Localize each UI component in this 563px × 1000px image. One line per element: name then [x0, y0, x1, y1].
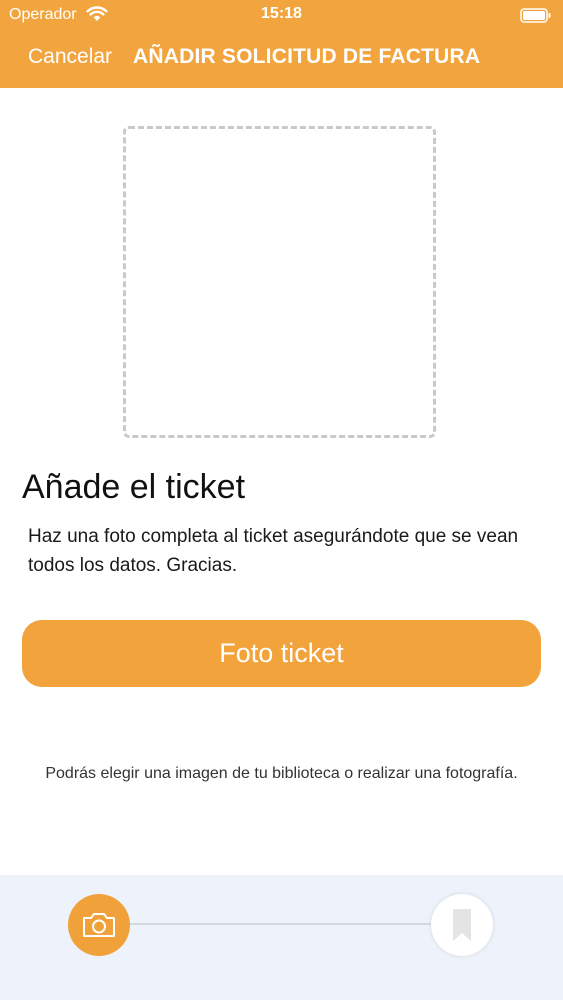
status-time: 15:18 — [261, 5, 302, 22]
bookmark-icon — [453, 909, 471, 941]
hint-text: Podrás elegir una imagen de tu bibliotec… — [45, 765, 518, 782]
status-bar: Operador 15:18 — [0, 0, 563, 30]
navigation-bar: Cancelar AÑADIR SOLICITUD DE FACTURA — [0, 30, 563, 88]
cancel-button[interactable]: Cancelar — [28, 45, 112, 69]
photo-ticket-button[interactable]: Foto ticket — [22, 620, 541, 687]
section-title: Añade el ticket — [22, 468, 246, 506]
page-title: AÑADIR SOLICITUD DE FACTURA — [133, 45, 481, 68]
step-bookmark[interactable] — [431, 894, 493, 956]
battery-icon — [520, 8, 551, 23]
step-connector — [120, 923, 450, 925]
step-indicator — [0, 875, 563, 1000]
camera-icon — [83, 913, 115, 937]
step-camera[interactable] — [68, 894, 130, 956]
ticket-photo-placeholder[interactable] — [123, 126, 436, 438]
instructions-text: Haz una foto completa al ticket asegurán… — [28, 526, 519, 576]
photo-ticket-button-label: Foto ticket — [219, 638, 344, 668]
